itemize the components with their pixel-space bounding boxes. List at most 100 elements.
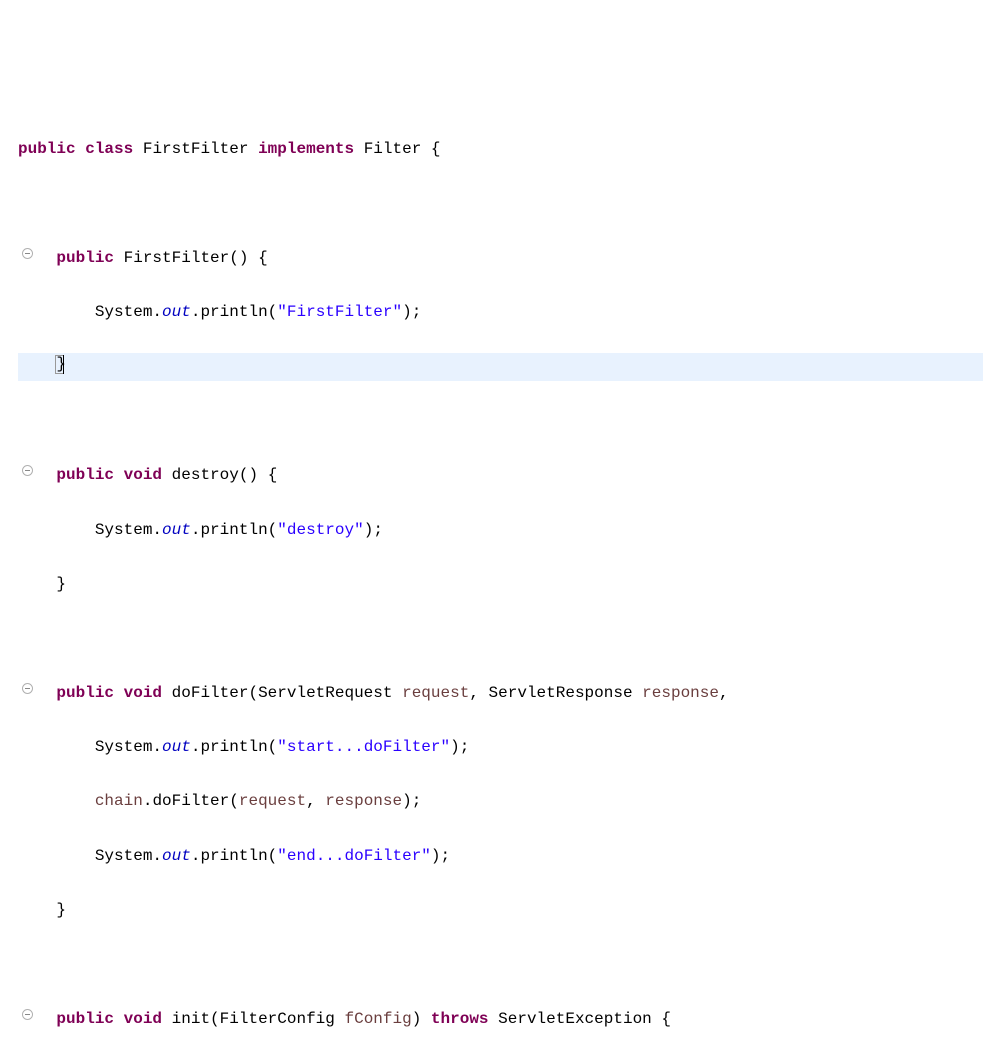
paren: ( <box>268 303 278 321</box>
fold-marker-icon[interactable] <box>20 680 34 702</box>
method-name: doFilter <box>172 684 249 702</box>
method-call: println <box>200 521 267 539</box>
arg: request <box>239 792 306 810</box>
static-field: out <box>162 521 191 539</box>
brace: { <box>258 249 268 267</box>
semi: ; <box>460 738 470 756</box>
paren: ) <box>239 249 249 267</box>
keyword-class: class <box>85 140 133 158</box>
method-call: println <box>200 847 267 865</box>
semi: ; <box>412 303 422 321</box>
code-line[interactable]: public void destroy() { <box>18 462 983 489</box>
paren: ( <box>268 847 278 865</box>
paren: ) <box>412 1010 422 1028</box>
keyword-public: public <box>56 1010 114 1028</box>
constructor-name: FirstFilter <box>124 249 230 267</box>
code-line[interactable] <box>18 408 983 435</box>
paren: ( <box>229 792 239 810</box>
code-line[interactable]: } <box>18 571 983 598</box>
text-cursor <box>63 355 64 374</box>
brace: } <box>56 901 66 919</box>
paren: ) <box>248 466 258 484</box>
code-line[interactable]: System.out.println("FirstFilter"); <box>18 299 983 326</box>
type-name: FilterConfig <box>220 1010 335 1028</box>
dot: . <box>191 847 201 865</box>
string-literal: "destroy" <box>277 521 363 539</box>
code-line[interactable] <box>18 625 983 652</box>
dot: . <box>191 521 201 539</box>
keyword-public: public <box>56 684 114 702</box>
class-ref: System <box>95 847 153 865</box>
paren: ( <box>248 684 258 702</box>
method-name: destroy <box>172 466 239 484</box>
code-line[interactable] <box>18 190 983 217</box>
paren: ( <box>210 1010 220 1028</box>
keyword-void: void <box>124 1010 162 1028</box>
brace: } <box>56 575 66 593</box>
arg: response <box>325 792 402 810</box>
method-name: init <box>172 1010 210 1028</box>
code-line[interactable]: public void doFilter(ServletRequest requ… <box>18 680 983 707</box>
var-ref: chain <box>95 792 143 810</box>
dot: . <box>152 847 162 865</box>
string-literal: "start...doFilter" <box>277 738 450 756</box>
paren: ) <box>402 303 412 321</box>
dot: . <box>152 303 162 321</box>
type-name: ServletRequest <box>258 684 392 702</box>
paren: ( <box>268 521 278 539</box>
keyword-void: void <box>124 684 162 702</box>
comma: , <box>306 792 316 810</box>
param-name: response <box>642 684 719 702</box>
paren: ) <box>450 738 460 756</box>
class-ref: System <box>95 303 153 321</box>
dot: . <box>152 738 162 756</box>
paren: ) <box>364 521 374 539</box>
code-line[interactable]: System.out.println("destroy"); <box>18 517 983 544</box>
brace: { <box>431 140 441 158</box>
dot: . <box>152 521 162 539</box>
code-line-current[interactable]: } <box>18 353 983 380</box>
static-field: out <box>162 303 191 321</box>
fold-marker-icon[interactable] <box>20 245 34 267</box>
static-field: out <box>162 847 191 865</box>
semi: ; <box>373 521 383 539</box>
code-line[interactable]: System.out.println("end...doFilter"); <box>18 843 983 870</box>
class-name: Filter <box>364 140 422 158</box>
code-line[interactable]: public class FirstFilter implements Filt… <box>18 136 983 163</box>
code-line[interactable]: } <box>18 897 983 924</box>
class-ref: System <box>95 521 153 539</box>
static-field: out <box>162 738 191 756</box>
code-line[interactable]: System.out.println("start...doFilter"); <box>18 734 983 761</box>
method-call: println <box>200 738 267 756</box>
type-name: ServletResponse <box>489 684 633 702</box>
string-literal: "FirstFilter" <box>277 303 402 321</box>
semi: ; <box>441 847 451 865</box>
fold-marker-icon[interactable] <box>20 1006 34 1028</box>
paren: ( <box>268 738 278 756</box>
keyword-public: public <box>56 466 114 484</box>
paren: ) <box>402 792 412 810</box>
comma: , <box>469 684 479 702</box>
code-editor[interactable]: public class FirstFilter implements Filt… <box>0 109 983 1058</box>
paren: ) <box>431 847 441 865</box>
dot: . <box>143 792 153 810</box>
string-literal: "end...doFilter" <box>277 847 431 865</box>
semi: ; <box>412 792 422 810</box>
code-line[interactable] <box>18 952 983 979</box>
param-name: fConfig <box>344 1010 411 1028</box>
code-line[interactable]: public FirstFilter() { <box>18 245 983 272</box>
fold-marker-icon[interactable] <box>20 462 34 484</box>
keyword-implements: implements <box>258 140 354 158</box>
param-name: request <box>402 684 469 702</box>
dot: . <box>191 303 201 321</box>
code-line[interactable]: chain.doFilter(request, response); <box>18 788 983 815</box>
comma: , <box>719 684 729 702</box>
type-name: ServletException <box>498 1010 652 1028</box>
keyword-public: public <box>56 249 114 267</box>
code-line[interactable]: public void init(FilterConfig fConfig) t… <box>18 1006 983 1033</box>
keyword-void: void <box>124 466 162 484</box>
method-call: println <box>200 303 267 321</box>
brace: { <box>661 1010 671 1028</box>
paren: ( <box>229 249 239 267</box>
brace: { <box>268 466 278 484</box>
